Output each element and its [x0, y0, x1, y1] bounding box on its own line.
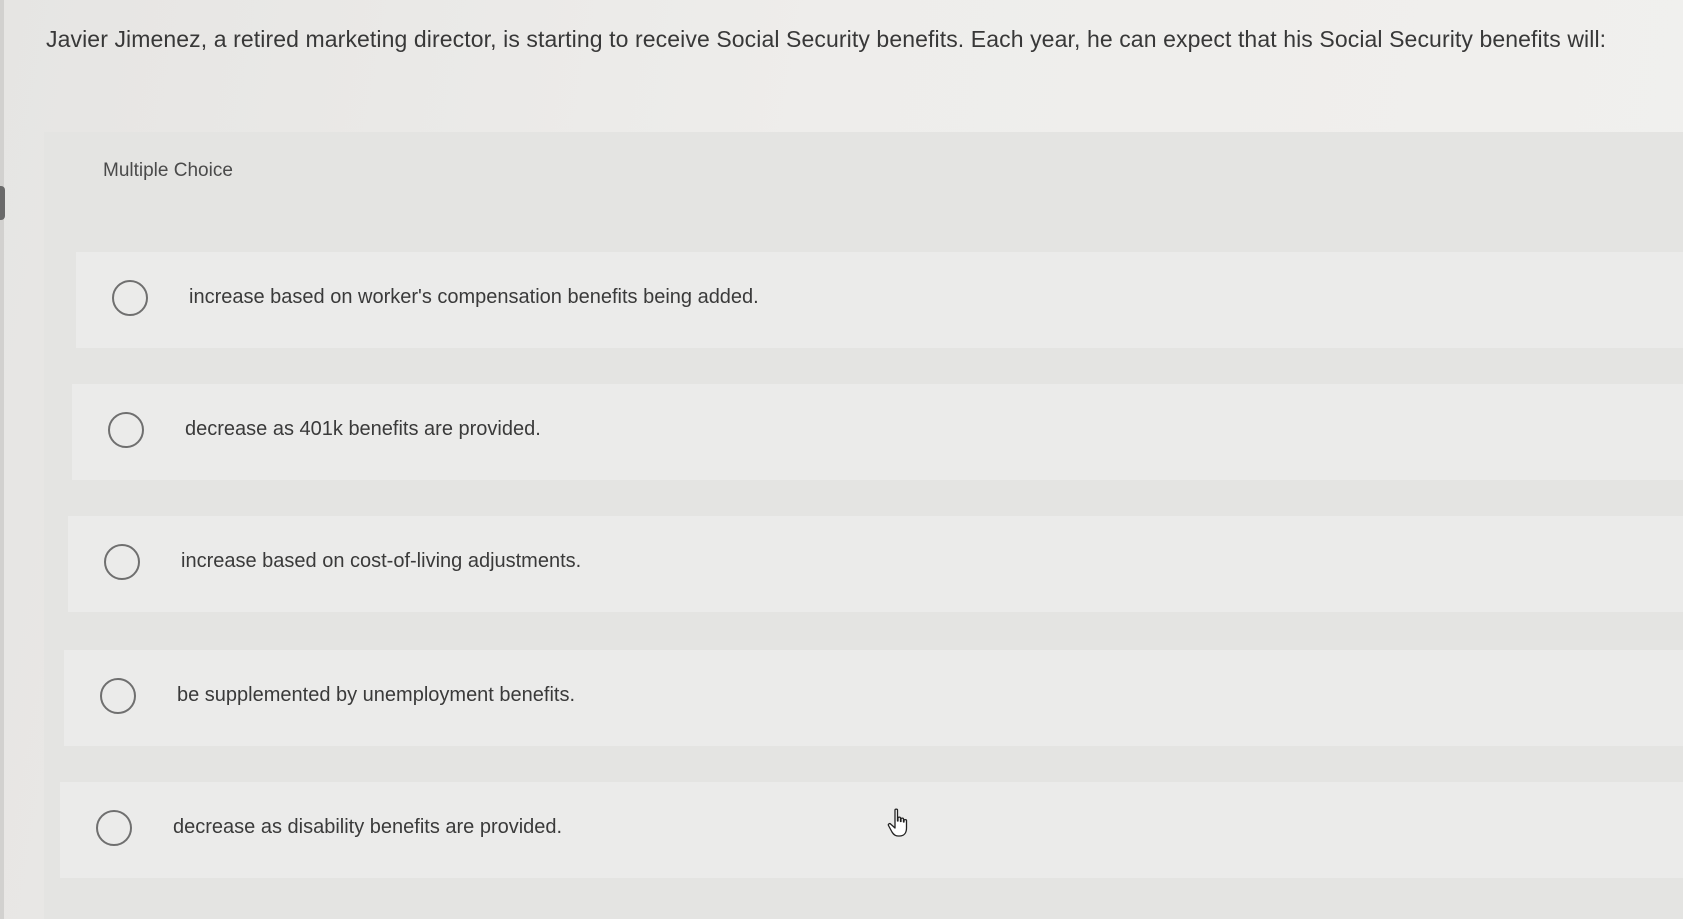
radio-circle-icon[interactable] — [108, 412, 144, 448]
answer-option-label: increase based on worker's compensation … — [189, 286, 759, 308]
radio-circle-icon[interactable] — [104, 544, 140, 580]
answer-option-4[interactable]: be supplemented by unemployment benefits… — [64, 650, 1683, 746]
answer-option-3[interactable]: increase based on cost-of-living adjustm… — [68, 516, 1683, 612]
question-text: Javier Jimenez, a retired marketing dire… — [46, 26, 1607, 52]
answer-option-1[interactable]: increase based on worker's compensation … — [76, 252, 1683, 348]
answer-option-label: decrease as disability benefits are prov… — [173, 816, 563, 838]
side-scroll-handle[interactable] — [0, 186, 5, 220]
radio-circle-icon[interactable] — [112, 280, 148, 316]
quiz-page: Javier Jimenez, a retired marketing dire… — [0, 0, 1683, 919]
multiple-choice-label: Multiple Choice — [103, 160, 233, 181]
answer-option-label: be supplemented by unemployment benefits… — [177, 684, 576, 706]
answer-option-label: increase based on cost-of-living adjustm… — [181, 550, 582, 572]
radio-circle-icon[interactable] — [100, 678, 136, 714]
left-edge-border — [0, 0, 4, 919]
hand-pointer-cursor-icon — [887, 808, 908, 837]
answer-option-label: decrease as 401k benefits are provided. — [185, 418, 541, 440]
answer-option-5[interactable]: decrease as disability benefits are prov… — [60, 782, 1683, 878]
answer-option-2[interactable]: decrease as 401k benefits are provided. — [72, 384, 1683, 480]
radio-circle-icon[interactable] — [96, 810, 132, 846]
